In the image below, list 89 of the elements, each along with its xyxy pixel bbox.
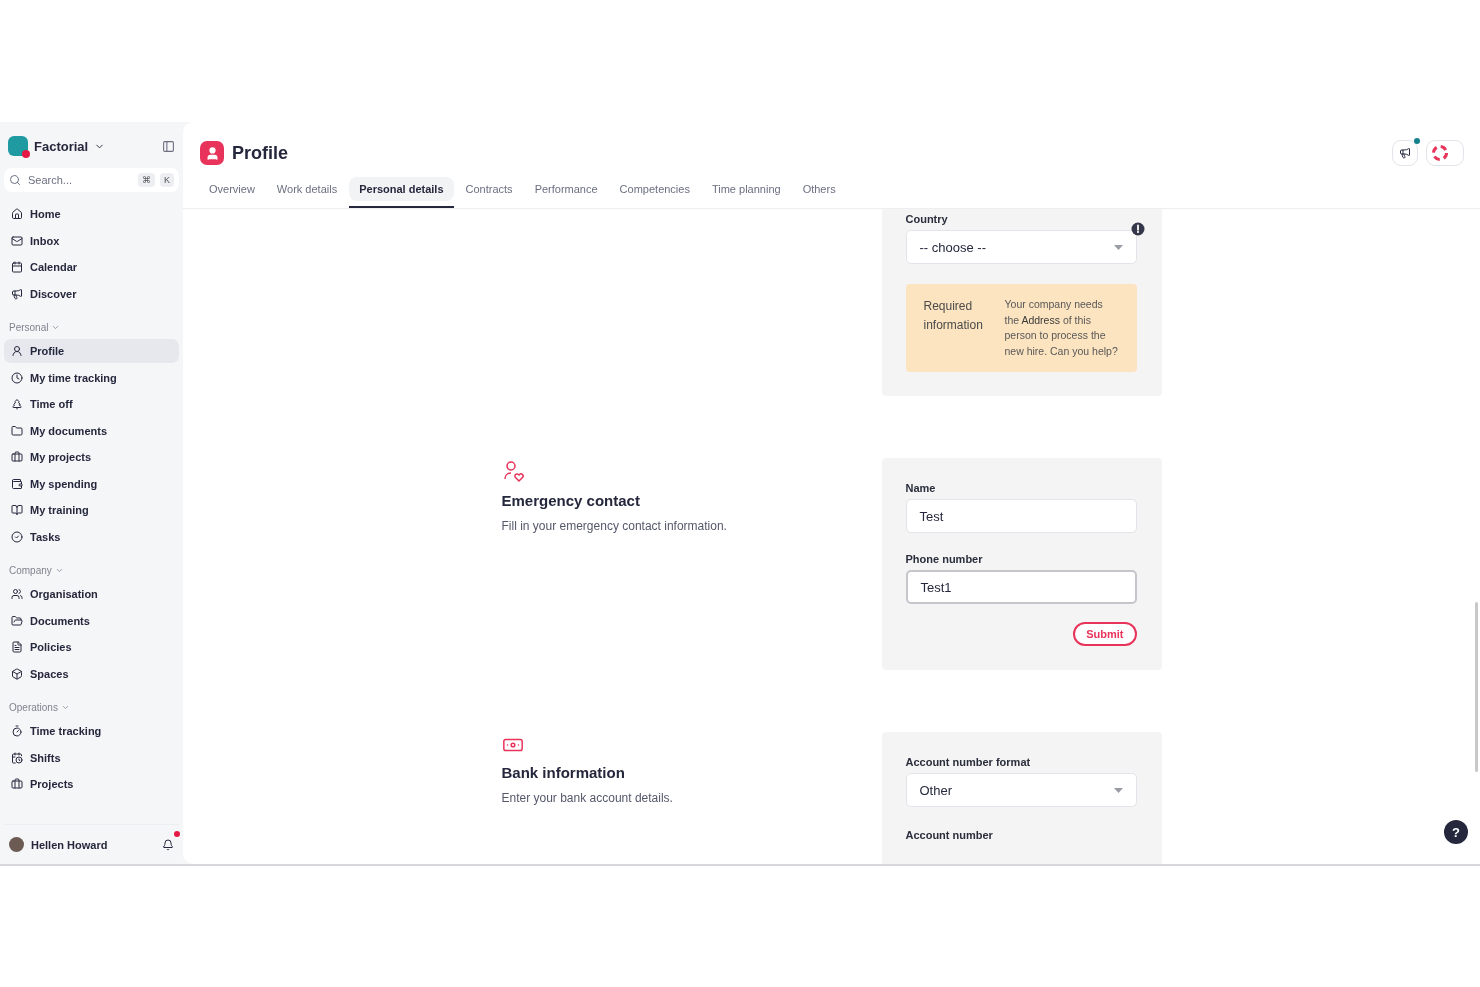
sidebar-toggle-icon[interactable]: [162, 139, 175, 153]
nav-item[interactable]: Discover: [4, 281, 179, 306]
submit-button[interactable]: Submit: [1073, 622, 1137, 646]
briefcase-icon: [11, 451, 23, 463]
field-label: Phone number: [905, 553, 984, 565]
tab[interactable]: Time planning: [701, 172, 791, 208]
tab[interactable]: Others: [792, 172, 846, 208]
folder-icon: [11, 424, 23, 437]
nav-item[interactable]: Documents: [4, 608, 179, 633]
page-title: Profile: [232, 142, 288, 164]
person-heart-icon: [501, 460, 526, 484]
nav-item[interactable]: My training: [4, 498, 179, 522]
nav-item[interactable]: Tasks: [4, 524, 179, 549]
mail-icon: [11, 234, 23, 247]
chevron-icon: [51, 323, 61, 332]
group-header[interactable]: Operations: [4, 688, 179, 719]
caret-icon: [1113, 787, 1123, 793]
notice-title: Required information: [923, 298, 984, 334]
nav-item[interactable]: Time tracking: [4, 719, 179, 743]
nav-item[interactable]: Time off: [4, 392, 179, 416]
book-icon: [11, 504, 23, 516]
search-bar[interactable]: Search... ⌘ K: [4, 168, 179, 192]
profile-icon: [200, 141, 224, 165]
select-field[interactable]: -- choose --: [905, 230, 1137, 264]
section-description: Enter your bank account details.: [501, 791, 673, 805]
nav-item[interactable]: Organisation: [4, 582, 179, 606]
chevron-icon: [54, 566, 64, 575]
nav-item[interactable]: My projects: [4, 445, 179, 469]
nav-item[interactable]: Profile: [4, 339, 179, 363]
tab[interactable]: Work details: [266, 172, 348, 208]
user-icon: [11, 345, 23, 357]
caret-icon: [1113, 244, 1123, 250]
search-icon: [9, 174, 21, 186]
help-button[interactable]: ?: [1444, 820, 1468, 844]
nav-item[interactable]: Home: [4, 202, 179, 226]
nav-item[interactable]: Shifts: [4, 745, 179, 770]
folder-icon: [11, 614, 23, 627]
lifebuoy-icon: [1431, 144, 1449, 162]
search-field[interactable]: Search...: [26, 173, 116, 187]
field-label: Country: [905, 213, 949, 225]
wallet-icon: [11, 477, 23, 490]
field-label: Account number: [905, 829, 994, 841]
home-icon: [11, 208, 23, 220]
tab[interactable]: Contracts: [455, 172, 523, 208]
cube-icon: [11, 667, 23, 680]
calendar-icon: [11, 261, 23, 273]
group-header[interactable]: Company: [4, 551, 179, 582]
user-name[interactable]: Hellen Howard: [31, 838, 108, 851]
briefcase-icon: [11, 778, 23, 790]
tab[interactable]: Competencies: [609, 172, 700, 208]
nav-item[interactable]: Inbox: [4, 228, 179, 253]
chevron-icon: [60, 703, 70, 712]
brand-logo: [8, 136, 28, 156]
group-header[interactable]: Personal: [4, 308, 179, 339]
nav-item[interactable]: My time tracking: [4, 365, 179, 390]
select-field[interactable]: Other: [905, 773, 1137, 807]
avatar[interactable]: [9, 837, 24, 852]
notice-text: Your company needs the Address of this person to process the new hire. Can you help?: [1004, 297, 1119, 359]
timer-icon: [11, 725, 23, 737]
document-icon: [11, 641, 23, 653]
nav-item[interactable]: My documents: [4, 418, 179, 443]
field-label: Name: [905, 482, 937, 494]
notification-dot: [1414, 138, 1420, 144]
shortcut-key: ⌘: [138, 173, 155, 187]
announcements-button[interactable]: [1392, 140, 1418, 166]
tab[interactable]: Overview: [199, 172, 265, 208]
section-description: Fill in your emergency contact information.: [501, 519, 727, 533]
section-title: Emergency contact: [501, 492, 640, 509]
section-title: Bank information: [501, 764, 625, 781]
nav-item[interactable]: My spending: [4, 471, 179, 496]
megaphone-icon: [11, 287, 23, 300]
nav-item[interactable]: Calendar: [4, 255, 179, 279]
megaphone-icon: [1399, 147, 1411, 159]
check-circle-icon: [11, 530, 23, 543]
nav-item[interactable]: Policies: [4, 635, 179, 659]
tree-icon: [11, 398, 23, 410]
shortcut-key: K: [160, 173, 174, 187]
input-field[interactable]: Test: [905, 499, 1137, 533]
calendar-clock-icon: [11, 751, 23, 764]
tab[interactable]: Performance: [524, 172, 608, 208]
brand-name[interactable]: Factorial: [34, 138, 89, 154]
field-label: Account number format: [905, 756, 1032, 768]
nav-item[interactable]: Projects: [4, 772, 179, 796]
input-field[interactable]: Test1: [905, 570, 1137, 604]
clock-icon: [11, 371, 23, 384]
bell-icon[interactable]: [162, 838, 174, 851]
nav-item[interactable]: Spaces: [4, 661, 179, 686]
users-icon: [11, 588, 23, 600]
help-center-button[interactable]: [1426, 140, 1464, 166]
